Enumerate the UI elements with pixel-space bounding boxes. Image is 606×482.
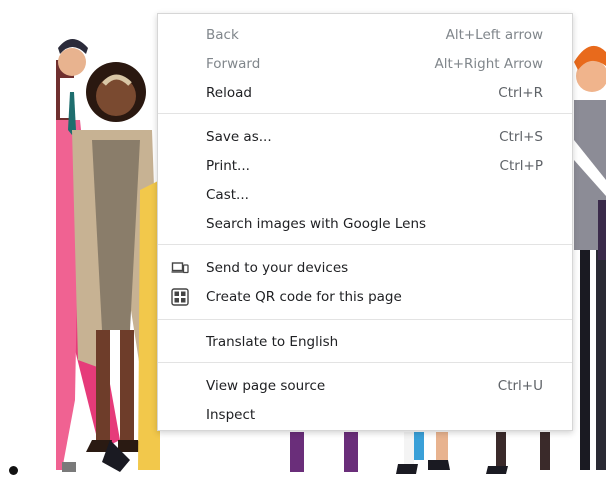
menu-item-send-to-devices[interactable]: Send to your devices xyxy=(158,253,572,282)
menu-item-label: Save as... xyxy=(206,128,272,145)
menu-item-view-page-source[interactable]: View page source Ctrl+U xyxy=(158,371,572,400)
menu-item-label: Forward xyxy=(206,55,261,72)
menu-separator xyxy=(158,244,572,245)
menu-item-cast[interactable]: Cast... xyxy=(158,180,572,209)
menu-item-shortcut: Alt+Left arrow xyxy=(445,26,543,43)
menu-item-save-as[interactable]: Save as... Ctrl+S xyxy=(158,122,572,151)
menu-item-label: Reload xyxy=(206,84,252,101)
menu-item-label: Send to your devices xyxy=(206,259,349,276)
menu-item-inspect[interactable]: Inspect xyxy=(158,400,572,429)
people-bottom-legs xyxy=(290,432,550,474)
menu-item-back[interactable]: Back Alt+Left arrow xyxy=(158,20,572,49)
menu-item-print[interactable]: Print... Ctrl+P xyxy=(158,151,572,180)
menu-item-shortcut: Ctrl+S xyxy=(499,128,543,145)
menu-item-shortcut: Ctrl+R xyxy=(498,84,543,101)
menu-item-reload[interactable]: Reload Ctrl+R xyxy=(158,78,572,107)
qr-code-icon xyxy=(171,287,189,306)
menu-item-label: View page source xyxy=(206,377,326,394)
menu-item-shortcut: Alt+Right Arrow xyxy=(434,55,543,72)
menu-item-shortcut: Ctrl+P xyxy=(499,157,543,174)
page: Back Alt+Left arrow Forward Alt+Right Ar… xyxy=(0,0,606,482)
menu-item-shortcut: Ctrl+U xyxy=(497,377,543,394)
menu-item-label: Create QR code for this page xyxy=(206,288,402,305)
menu-item-label: Back xyxy=(206,26,239,43)
list-bullet xyxy=(9,466,18,475)
menu-item-label: Print... xyxy=(206,157,250,174)
menu-separator xyxy=(158,113,572,114)
menu-item-google-lens[interactable]: Search images with Google Lens xyxy=(158,209,572,238)
menu-item-label: Cast... xyxy=(206,186,249,203)
menu-item-label: Search images with Google Lens xyxy=(206,215,427,232)
context-menu: Back Alt+Left arrow Forward Alt+Right Ar… xyxy=(157,13,573,431)
menu-item-create-qr-code[interactable]: Create QR code for this page xyxy=(158,282,572,311)
menu-item-translate[interactable]: Translate to English xyxy=(158,327,572,356)
menu-separator xyxy=(158,319,572,320)
menu-item-label: Inspect xyxy=(206,406,256,423)
person-right xyxy=(574,45,606,470)
menu-separator xyxy=(158,362,572,363)
menu-item-forward[interactable]: Forward Alt+Right Arrow xyxy=(158,49,572,78)
devices-icon xyxy=(171,261,189,273)
menu-item-label: Translate to English xyxy=(206,333,339,350)
